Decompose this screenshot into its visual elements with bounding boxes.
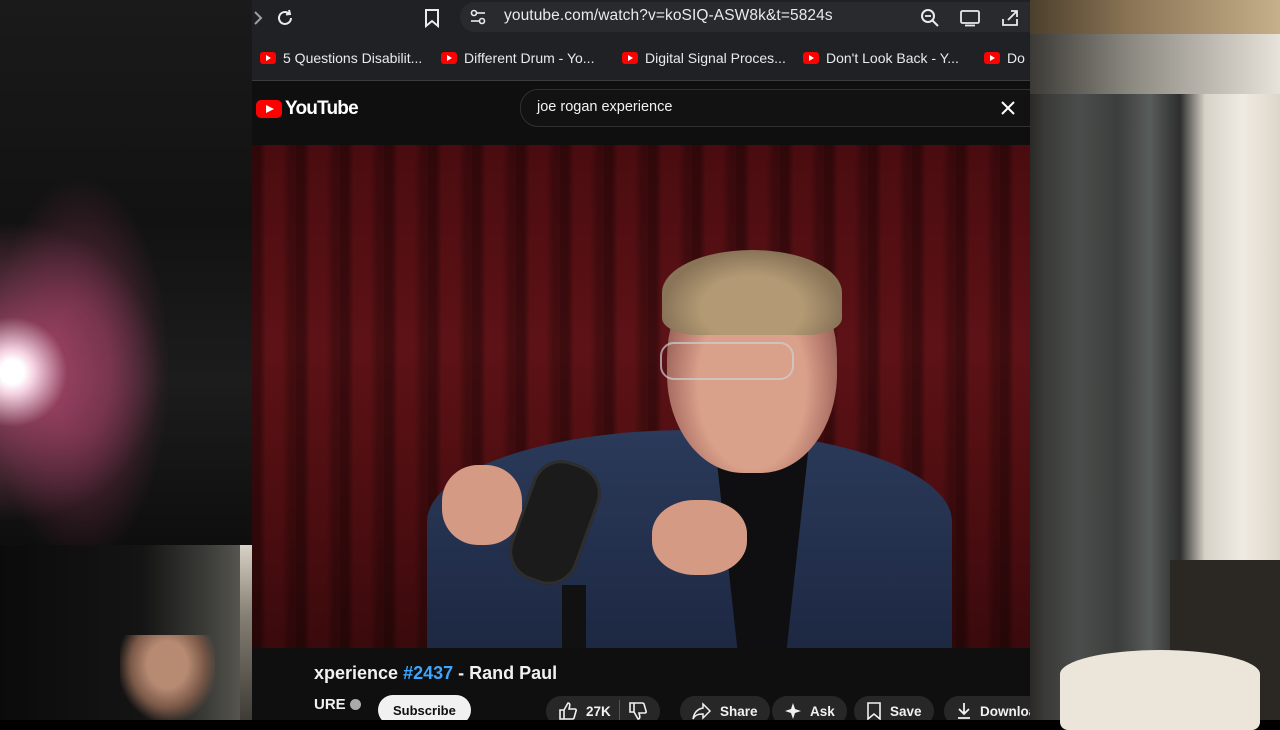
video-person-hand-left	[442, 465, 522, 545]
share-button[interactable]: Share	[680, 696, 770, 720]
youtube-favicon-icon	[984, 52, 1000, 64]
like-count: 27K	[586, 703, 611, 719]
dislike-button[interactable]	[628, 701, 648, 720]
close-icon[interactable]	[995, 95, 1021, 121]
ceiling-light	[1030, 0, 1280, 34]
bookmarks-bar: 5 Questions Disabilit... Different Drum …	[252, 36, 1030, 81]
ask-button[interactable]: Ask	[772, 696, 847, 720]
chevron-right-icon[interactable]	[252, 6, 270, 30]
youtube-logo[interactable]: YouTube	[256, 98, 359, 120]
bookmark-icon[interactable]	[420, 6, 444, 30]
search-input[interactable]: joe rogan experience	[537, 99, 672, 115]
search-box[interactable]: joe rogan experience	[520, 89, 1030, 127]
bookmark-item[interactable]: 5 Questions Disabilit...	[260, 49, 422, 67]
like-button[interactable]: 27K	[558, 701, 611, 720]
bookmark-save-icon	[867, 702, 881, 720]
video-player[interactable]	[252, 145, 1030, 648]
site-settings-icon[interactable]	[466, 5, 490, 29]
install-app-icon[interactable]	[958, 6, 982, 30]
save-button[interactable]: Save	[854, 696, 934, 720]
reload-icon[interactable]	[273, 6, 297, 30]
video-info: xperience #2437 - Rand Paul URE Subscrib…	[252, 648, 1030, 720]
thumbs-up-icon	[559, 702, 577, 720]
mug	[1060, 650, 1260, 730]
bookmark-item[interactable]: Don't Look Back - Y...	[803, 49, 959, 67]
youtube-favicon-icon	[622, 52, 638, 64]
video-person-glasses	[660, 342, 794, 380]
youtube-favicon-icon	[803, 52, 819, 64]
webcam-background-right	[1030, 0, 1280, 730]
webcam-background-left	[0, 0, 252, 545]
bookmark-item[interactable]: Do	[984, 49, 1025, 67]
share-page-icon[interactable]	[998, 6, 1022, 30]
browser-window: youtube.com/watch?v=koSIQ-ASW8k&t=5824s …	[252, 0, 1030, 720]
wall-top	[1030, 34, 1280, 94]
youtube-play-icon	[256, 100, 282, 118]
thumbs-down-icon	[628, 702, 647, 720]
address-url[interactable]: youtube.com/watch?v=koSIQ-ASW8k&t=5824s	[504, 7, 833, 25]
zoom-icon[interactable]	[918, 6, 942, 30]
youtube-favicon-icon	[441, 52, 457, 64]
webcam-person	[120, 635, 215, 720]
divider	[618, 700, 620, 720]
youtube-masthead: YouTube joe rogan experience	[252, 81, 1030, 145]
like-dislike-group: 27K	[546, 696, 660, 720]
verified-icon	[349, 699, 361, 710]
subscribe-button[interactable]: Subscribe	[378, 695, 471, 720]
bookmark-item[interactable]: Different Drum - Yo...	[441, 49, 594, 67]
share-icon	[692, 702, 712, 720]
youtube-favicon-icon	[260, 52, 276, 64]
download-icon	[958, 703, 970, 719]
microphone-stand	[562, 585, 586, 648]
video-person-hand-right	[652, 500, 747, 575]
browser-toolbar: youtube.com/watch?v=koSIQ-ASW8k&t=5824s	[252, 0, 1030, 36]
video-title: xperience #2437 - Rand Paul	[314, 663, 558, 683]
bookmark-item[interactable]: Digital Signal Proces...	[622, 49, 786, 67]
hashtag-link[interactable]: #2437	[403, 663, 453, 683]
channel-name[interactable]: URE	[314, 696, 361, 713]
video-person-hair	[662, 250, 842, 335]
download-button[interactable]: Download	[944, 696, 1030, 720]
sparkle-icon	[785, 703, 801, 719]
